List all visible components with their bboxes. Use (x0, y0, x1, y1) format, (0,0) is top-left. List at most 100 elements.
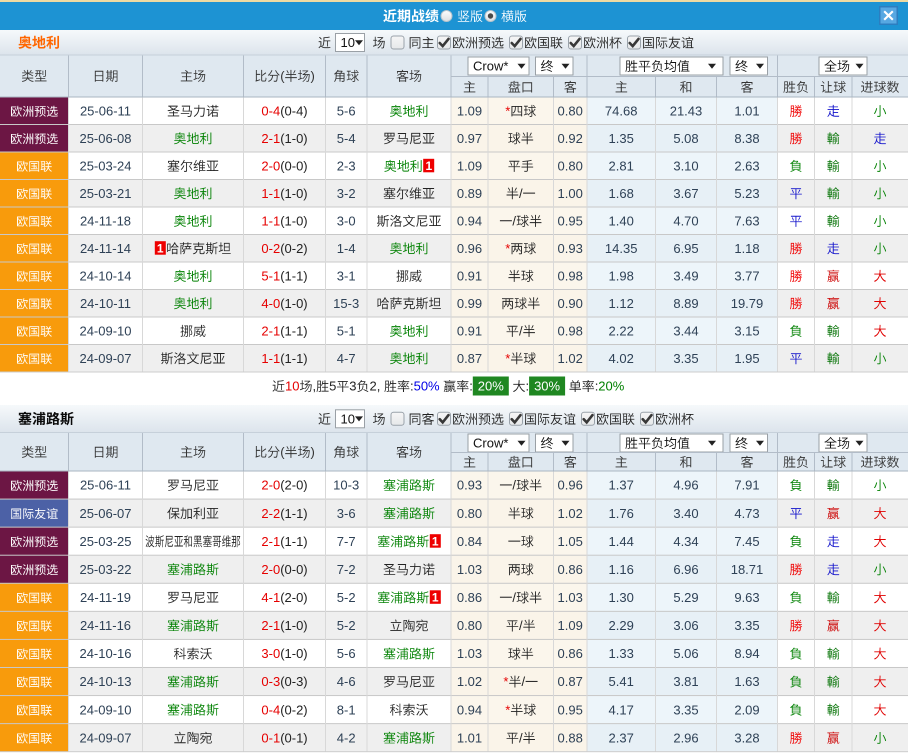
svg-text:18.71: 18.71 (731, 562, 764, 577)
svg-text:20%: 20% (598, 379, 624, 394)
svg-text:5-1: 5-1 (337, 323, 356, 338)
svg-text:(1-1): (1-1) (280, 534, 307, 549)
svg-text:0.86: 0.86 (558, 646, 583, 661)
svg-text:0.96: 0.96 (558, 478, 583, 493)
svg-text:1.02: 1.02 (457, 674, 482, 689)
svg-text:1.01: 1.01 (457, 730, 482, 745)
svg-text:24-09-10: 24-09-10 (79, 323, 131, 338)
svg-text:4-7: 4-7 (337, 351, 356, 366)
svg-text:5.29: 5.29 (673, 590, 698, 605)
svg-text:4.73: 4.73 (734, 506, 759, 521)
svg-text:0.98: 0.98 (558, 268, 583, 283)
svg-text:2-1: 2-1 (261, 131, 280, 146)
svg-text:1: 1 (432, 535, 439, 549)
svg-text:(1-1): (1-1) (280, 506, 307, 521)
svg-text:0-4: 0-4 (261, 702, 280, 717)
svg-text:7.63: 7.63 (734, 213, 759, 228)
svg-text:25-03-22: 25-03-22 (79, 562, 131, 577)
svg-text:0.91: 0.91 (457, 323, 482, 338)
svg-text:0.80: 0.80 (457, 506, 482, 521)
svg-text:25-06-11: 25-06-11 (80, 104, 131, 119)
svg-text:1-1: 1-1 (261, 186, 280, 201)
svg-text:3: 3 (349, 379, 356, 394)
svg-text:8.89: 8.89 (673, 296, 698, 311)
svg-text:24-09-07: 24-09-07 (79, 351, 131, 366)
svg-text:0.88: 0.88 (558, 730, 583, 745)
svg-text:15-3: 15-3 (333, 296, 359, 311)
svg-text:/: / (521, 674, 525, 689)
svg-text:4-6: 4-6 (337, 674, 356, 689)
svg-text:*: * (505, 104, 510, 119)
svg-text:7.45: 7.45 (734, 534, 759, 549)
svg-text:4-1: 4-1 (261, 590, 280, 605)
svg-text:0-2: 0-2 (261, 241, 280, 256)
svg-text:0.80: 0.80 (558, 104, 583, 119)
svg-text:/: / (519, 618, 523, 633)
svg-text:24-09-07: 24-09-07 (79, 730, 131, 745)
svg-text:0.94: 0.94 (457, 213, 482, 228)
svg-text:*: * (505, 351, 510, 366)
svg-text:25-06-08: 25-06-08 (79, 131, 131, 146)
svg-text:5.08: 5.08 (673, 131, 698, 146)
svg-text:24-11-14: 24-11-14 (80, 241, 131, 256)
svg-text:4.34: 4.34 (673, 534, 698, 549)
svg-text:3-2: 3-2 (337, 186, 356, 201)
svg-text:(0-2): (0-2) (280, 241, 307, 256)
svg-text:*: * (505, 241, 510, 256)
svg-text:0-1: 0-1 (261, 730, 280, 745)
svg-text:(1-0): (1-0) (280, 131, 307, 146)
svg-text:5-2: 5-2 (337, 618, 356, 633)
svg-text:1.00: 1.00 (558, 186, 583, 201)
svg-text:1.30: 1.30 (609, 590, 634, 605)
svg-text:Crow*: Crow* (473, 59, 508, 74)
svg-text:2-1: 2-1 (261, 534, 280, 549)
svg-text:3.28: 3.28 (734, 730, 759, 745)
svg-text:1.03: 1.03 (457, 562, 482, 577)
svg-text:/: / (519, 186, 523, 201)
svg-text:3.10: 3.10 (673, 158, 698, 173)
svg-text:0.86: 0.86 (457, 590, 482, 605)
svg-text:4.02: 4.02 (609, 351, 634, 366)
svg-text:(1-1): (1-1) (280, 323, 307, 338)
svg-text:50%: 50% (414, 379, 440, 394)
svg-text:5-4: 5-4 (337, 131, 356, 146)
svg-text:4.96: 4.96 (673, 478, 698, 493)
svg-text:*: * (505, 702, 510, 717)
svg-text::: : (526, 379, 530, 394)
svg-text:3.40: 3.40 (673, 506, 698, 521)
svg-text:9.63: 9.63 (734, 590, 759, 605)
svg-text:0.98: 0.98 (558, 323, 583, 338)
svg-text:0.97: 0.97 (457, 131, 482, 146)
svg-text:0.89: 0.89 (457, 186, 482, 201)
svg-text:21.43: 21.43 (670, 104, 703, 119)
svg-text:1.35: 1.35 (609, 131, 634, 146)
svg-text:8.38: 8.38 (734, 131, 759, 146)
svg-text:1.03: 1.03 (558, 590, 583, 605)
svg-text:(: ( (280, 69, 285, 84)
svg-text:6.95: 6.95 (673, 241, 698, 256)
svg-text:14.35: 14.35 (605, 241, 638, 256)
svg-text:1-1: 1-1 (261, 351, 280, 366)
svg-text:0.90: 0.90 (558, 296, 583, 311)
svg-text:5-1: 5-1 (261, 268, 280, 283)
svg-text:3.81: 3.81 (673, 674, 698, 689)
svg-text:5.23: 5.23 (734, 186, 759, 201)
svg-text:3.67: 3.67 (673, 186, 698, 201)
svg-text:3.06: 3.06 (673, 618, 698, 633)
svg-text:1-4: 1-4 (337, 241, 356, 256)
svg-text:8.94: 8.94 (734, 646, 759, 661)
svg-text:1.12: 1.12 (609, 296, 634, 311)
svg-text:0-4: 0-4 (261, 104, 280, 119)
svg-text:(0-2): (0-2) (280, 702, 307, 717)
svg-text:24-11-18: 24-11-18 (80, 213, 131, 228)
svg-text:24-11-16: 24-11-16 (80, 618, 131, 633)
svg-text:74.68: 74.68 (605, 104, 638, 119)
svg-text:0-3: 0-3 (261, 674, 280, 689)
svg-text:3.35: 3.35 (734, 618, 759, 633)
svg-text:24-10-16: 24-10-16 (79, 646, 131, 661)
svg-text:): ) (311, 444, 315, 459)
svg-text:0.80: 0.80 (457, 618, 482, 633)
svg-text:1.01: 1.01 (734, 104, 759, 119)
svg-text:30%: 30% (534, 379, 560, 394)
svg-text:7-2: 7-2 (337, 562, 356, 577)
